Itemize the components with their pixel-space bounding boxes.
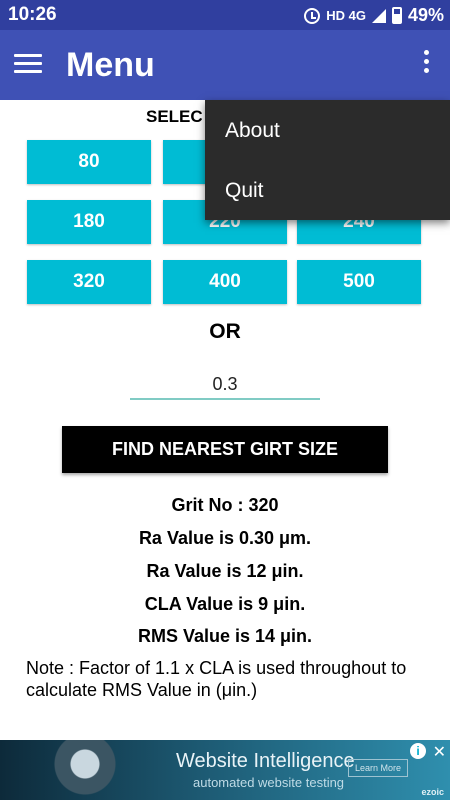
- ad-brand-logo: ezoic: [421, 787, 444, 797]
- grit-button-180[interactable]: 180: [27, 200, 151, 244]
- grit-button-80[interactable]: 80: [27, 140, 151, 184]
- status-time: 10:26: [8, 4, 57, 25]
- select-label: SELEC: [146, 107, 203, 126]
- astronaut-image: [40, 740, 130, 800]
- ad-banner[interactable]: Website Intelligence automated website t…: [0, 740, 450, 800]
- hamburger-menu-icon[interactable]: [14, 54, 42, 74]
- or-label: OR: [209, 320, 241, 343]
- app-bar: Menu: [0, 30, 450, 100]
- battery-percent: 49%: [407, 5, 444, 25]
- ad-learn-more-button[interactable]: Learn More: [348, 759, 408, 777]
- note-text: Note : Factor of 1.1 x CLA is used throu…: [26, 658, 407, 700]
- result-rms: RMS Value is 14 μin.: [137, 626, 313, 646]
- alarm-icon: [304, 7, 321, 24]
- result-ra-um: Ra Value is 0.30 μm.: [138, 528, 312, 548]
- grit-button-500[interactable]: 500: [297, 260, 421, 304]
- ad-title: Website Intelligence: [176, 750, 355, 772]
- ad-info-icon[interactable]: i: [410, 743, 426, 759]
- popup-menu: About Quit: [205, 100, 450, 220]
- signal-icon: [371, 8, 386, 23]
- result-ra-uin: Ra Value is 12 μin.: [146, 561, 304, 581]
- status-icons: HD 4G 49%: [304, 5, 444, 26]
- grit-button-400[interactable]: 400: [163, 260, 287, 304]
- overflow-menu-icon[interactable]: [422, 50, 430, 80]
- network-type: HD 4G: [326, 8, 366, 23]
- ad-close-icon[interactable]: ✕: [433, 742, 446, 762]
- menu-item-about[interactable]: About: [225, 119, 280, 143]
- ad-subtitle: automated website testing: [193, 775, 345, 790]
- battery-icon: [391, 7, 402, 24]
- result-grit: Grit No : 320: [171, 495, 279, 515]
- ra-value-input[interactable]: [130, 370, 320, 400]
- result-cla: CLA Value is 9 μin.: [144, 594, 306, 614]
- menu-item-quit[interactable]: Quit: [225, 179, 264, 203]
- find-nearest-grit-button[interactable]: FIND NEAREST GIRT SIZE: [62, 426, 388, 473]
- status-bar: 10:26 HD 4G 49%: [0, 0, 450, 30]
- grit-button-320[interactable]: 320: [27, 260, 151, 304]
- app-title: Menu: [66, 46, 155, 84]
